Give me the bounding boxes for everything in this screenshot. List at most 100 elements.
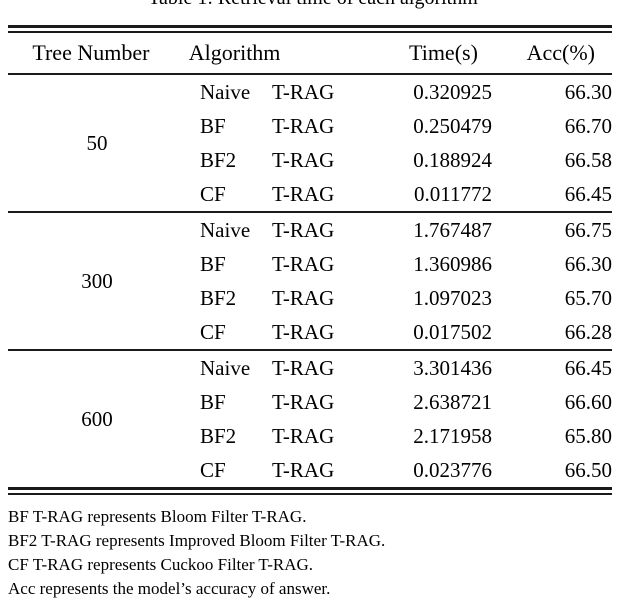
algorithm-inner: CF T-RAG <box>186 453 372 487</box>
header-acc: Acc(%) <box>526 40 595 65</box>
algorithm-cell: Naive T-RAG <box>186 75 372 109</box>
table-row: 300 Naive T-RAG 1.767487 66.75 <box>8 213 612 293</box>
group-block-50: 50 Naive T-RAG 0.320925 66.30 BF T-RAG 0… <box>8 75 613 211</box>
time-cell: 1.097023 <box>413 285 492 310</box>
algorithm-suffix: T-RAG <box>272 218 335 242</box>
table-caption: Table 1: Retrieval time of each algorith… <box>0 0 626 10</box>
algorithm-suffix: T-RAG <box>272 114 335 138</box>
time-cell: 1.767487 <box>413 217 492 242</box>
group-rows-600: 600 Naive T-RAG 3.301436 66.45 BF T-RAG … <box>8 351 612 487</box>
algorithm-cell: CF T-RAG <box>186 453 372 487</box>
footnote-line: Acc represents the model’s accuracy of a… <box>8 579 331 598</box>
time-cell: 2.171958 <box>413 423 492 448</box>
algorithm-inner: BF T-RAG <box>186 109 372 143</box>
algorithm-inner: BF T-RAG <box>186 385 372 419</box>
algorithm-prefix: Naive <box>200 218 251 242</box>
algorithm-suffix: T-RAG <box>272 458 335 482</box>
algorithm-prefix: BF <box>200 390 226 414</box>
table-body: Tree Number Algorithm Time(s) Acc(%) <box>8 33 612 73</box>
time-cell-highlighted: 0.017502 <box>413 319 492 344</box>
tree-number-cell: 300 <box>81 268 113 293</box>
algorithm-prefix: BF2 <box>200 286 237 310</box>
algorithm-cell: BF T-RAG <box>186 385 372 419</box>
retrieval-time-table: Tree Number Algorithm Time(s) Acc(%) 50 … <box>8 25 612 495</box>
table-row: 600 Naive T-RAG 3.301436 66.45 <box>8 351 612 431</box>
header-tree-number: Tree Number <box>32 40 150 65</box>
algorithm-suffix: T-RAG <box>272 252 335 276</box>
acc-cell: 66.28 <box>564 319 612 344</box>
algorithm-inner: Naive T-RAG <box>186 213 372 247</box>
acc-cell: 66.30 <box>564 79 612 104</box>
algorithm-cell: BF T-RAG <box>186 109 372 143</box>
algorithm-prefix: CF <box>200 320 226 344</box>
algorithm-suffix: T-RAG <box>272 286 335 310</box>
algorithm-suffix: T-RAG <box>272 390 335 414</box>
algorithm-inner: BF2 T-RAG <box>186 419 372 453</box>
acc-cell: 66.75 <box>564 217 612 242</box>
algorithm-prefix: BF2 <box>200 148 237 172</box>
algorithm-prefix: BF <box>200 114 226 138</box>
acc-cell: 66.30 <box>564 251 612 276</box>
header-algorithm: Algorithm <box>188 40 281 65</box>
time-cell: 0.250479 <box>413 113 492 138</box>
time-cell-highlighted: 0.023776 <box>413 457 492 482</box>
algorithm-cell: BF2 T-RAG <box>186 281 372 315</box>
algorithm-prefix: Naive <box>200 356 251 380</box>
footnote-line: CF T-RAG represents Cuckoo Filter T-RAG. <box>8 555 314 574</box>
group-block-300: 300 Naive T-RAG 1.767487 66.75 BF T-RAG … <box>8 213 612 349</box>
algorithm-cell: BF2 T-RAG <box>186 419 372 453</box>
algorithm-prefix: BF2 <box>200 424 237 448</box>
algorithm-prefix: CF <box>200 458 226 482</box>
acc-cell: 66.45 <box>564 355 612 380</box>
algorithm-inner: BF2 T-RAG <box>186 143 372 177</box>
algorithm-suffix: T-RAG <box>272 424 335 448</box>
algorithm-inner: Naive T-RAG <box>186 351 372 385</box>
algorithm-inner: Naive T-RAG <box>186 75 372 109</box>
algorithm-suffix: T-RAG <box>272 182 335 206</box>
time-cell: 0.320925 <box>413 79 492 104</box>
tree-number-cell: 50 <box>86 130 108 155</box>
algorithm-suffix: T-RAG <box>272 320 335 344</box>
algorithm-cell: Naive T-RAG <box>186 213 372 247</box>
bottom-rule-inner <box>8 493 612 495</box>
time-cell: 3.301436 <box>413 355 492 380</box>
algorithm-inner: CF T-RAG <box>186 315 372 349</box>
footnote-line: BF T-RAG represents Bloom Filter T-RAG. <box>8 507 307 526</box>
algorithm-cell: Naive T-RAG <box>186 351 372 385</box>
algorithm-suffix: T-RAG <box>272 148 335 172</box>
algorithm-inner: BF2 T-RAG <box>186 281 372 315</box>
header-time: Time(s) <box>409 40 478 65</box>
time-cell-highlighted: 0.011772 <box>414 181 492 206</box>
table-footnotes: BF T-RAG represents Bloom Filter T-RAG. … <box>8 505 612 601</box>
acc-cell: 66.50 <box>564 457 612 482</box>
algorithm-prefix: CF <box>200 182 226 206</box>
algorithm-cell: BF2 T-RAG <box>186 143 372 177</box>
algorithm-suffix: T-RAG <box>272 80 335 104</box>
acc-cell: 65.80 <box>564 423 612 448</box>
table-header: Tree Number Algorithm Time(s) Acc(%) <box>8 33 612 73</box>
algorithm-suffix: T-RAG <box>272 356 335 380</box>
acc-cell: 66.60 <box>564 389 612 414</box>
algorithm-inner: BF T-RAG <box>186 247 372 281</box>
acc-cell: 65.70 <box>564 285 612 310</box>
group-rows-300: 300 Naive T-RAG 1.767487 66.75 BF T-RAG … <box>8 213 612 349</box>
footnote-line: BF2 T-RAG represents Improved Bloom Filt… <box>8 531 386 550</box>
group-rows-50: 50 Naive T-RAG 0.320925 66.30 BF T-RAG 0… <box>8 75 613 211</box>
time-cell: 0.188924 <box>413 147 492 172</box>
time-cell: 2.638721 <box>413 389 492 414</box>
algorithm-cell: BF T-RAG <box>186 247 372 281</box>
table-row: 50 Naive T-RAG 0.320925 66.30 <box>8 75 613 155</box>
algorithm-cell: CF T-RAG <box>186 315 372 349</box>
header-row: Tree Number Algorithm Time(s) Acc(%) <box>8 33 612 73</box>
algorithm-cell: CF T-RAG <box>186 177 372 211</box>
algorithm-prefix: BF <box>200 252 226 276</box>
acc-cell: 66.58 <box>564 147 612 172</box>
algorithm-inner: CF T-RAG <box>186 177 372 211</box>
tree-number-cell: 600 <box>81 406 113 431</box>
table-figure: Table 1: Retrieval time of each algorith… <box>0 0 626 604</box>
algorithm-prefix: Naive <box>200 80 251 104</box>
acc-cell: 66.70 <box>564 113 612 138</box>
time-cell: 1.360986 <box>413 251 492 276</box>
acc-cell: 66.45 <box>564 181 612 206</box>
group-block-600: 600 Naive T-RAG 3.301436 66.45 BF T-RAG … <box>8 351 612 487</box>
